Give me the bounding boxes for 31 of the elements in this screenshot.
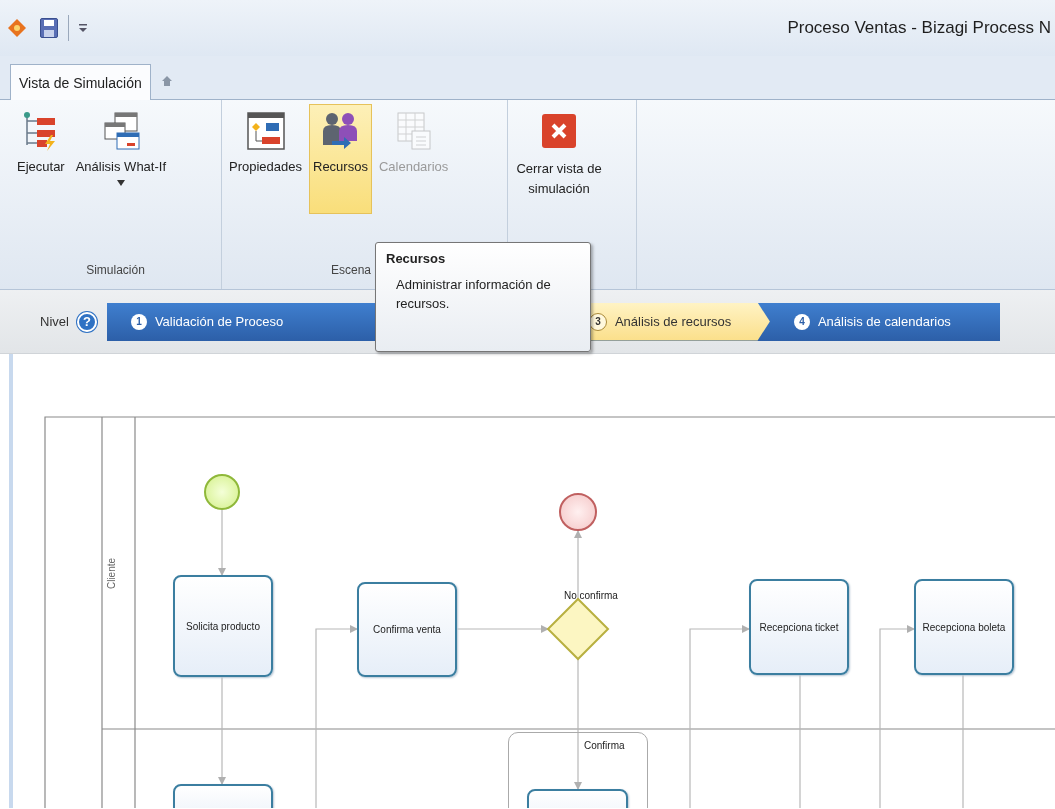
diagram-icon	[245, 111, 286, 151]
ribbon-button[interactable]: Propiedades	[225, 104, 306, 214]
ribbon-button[interactable]: Análisis What-If	[71, 104, 170, 214]
start-event	[204, 474, 240, 510]
ribbon-button[interactable]: Cerrar vista de simulación	[511, 104, 607, 214]
task: Recepciona ticket	[749, 579, 849, 675]
flow-label: No confirma	[564, 590, 618, 601]
end-event	[559, 493, 597, 531]
group-label: Escena	[331, 263, 372, 277]
task: Confirma venta	[357, 582, 457, 677]
task: Solicita producto	[173, 575, 273, 677]
task: Recepciona boleta	[914, 579, 1014, 675]
group-label: Simulación	[86, 263, 145, 277]
ribbon-button[interactable]: Ejecutar	[13, 104, 69, 214]
ribbon-button[interactable]: Recursos	[309, 104, 372, 214]
level-step[interactable]: 4 Análisis de calendarios	[769, 302, 1000, 341]
gateway	[546, 597, 610, 661]
sequence-flow	[218, 509, 226, 576]
level-step[interactable]: 1 Validación de Proceso	[106, 302, 360, 341]
flow-label: Confirma	[584, 740, 625, 751]
help-button[interactable]: ?	[76, 311, 97, 332]
close-icon	[539, 111, 579, 151]
level-label: Nivel	[40, 314, 69, 329]
quick-access-menu-icon[interactable]	[79, 23, 87, 33]
app-logo-icon[interactable]	[8, 19, 26, 37]
window-title: Proceso Ventas - Bizagi Process N	[787, 18, 1051, 38]
ribbon-tab[interactable]: Vista de Simulación	[10, 64, 151, 100]
save-icon[interactable]	[40, 18, 58, 38]
lane-label: Cliente	[106, 557, 118, 590]
tooltip-text: Administrar información de recursos.	[395, 276, 552, 313]
tooltip-title: Recursos	[386, 251, 447, 266]
